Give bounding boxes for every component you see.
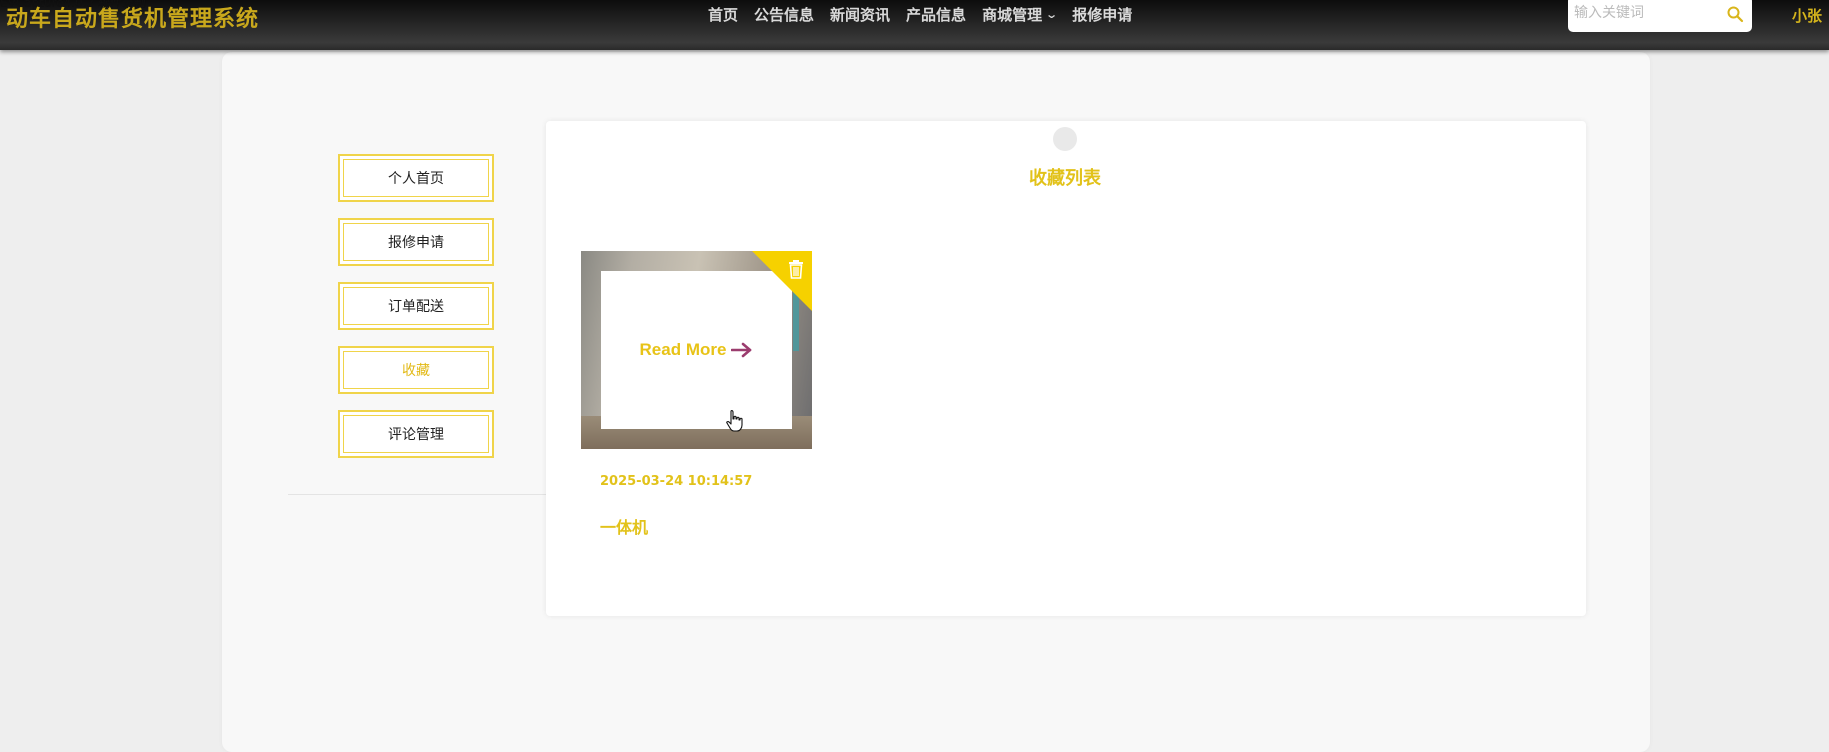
main-nav: 首页 公告信息 新闻资讯 产品信息 商城管理 ⌄ 报修申请 (700, 4, 1140, 25)
recording-watermark: EVCapture4.0.2 软件录制 (0, 0, 146, 10)
search-icon[interactable] (1726, 5, 1744, 23)
nav-item-label: 产品信息 (906, 6, 967, 24)
nav-item-products[interactable]: 产品信息 (898, 4, 974, 25)
loading-dot (1053, 127, 1077, 151)
nav-item-home[interactable]: 首页 (700, 4, 746, 25)
sidebar-item-profile[interactable]: 个人首页 (338, 154, 494, 202)
nav-item-label: 公告信息 (754, 6, 815, 24)
user-name-link[interactable]: 小张 (1792, 5, 1822, 26)
nav-item-mall[interactable]: 商城管理 ⌄ (974, 4, 1064, 25)
nav-item-announcements[interactable]: 公告信息 (746, 4, 822, 25)
search-box (1568, 0, 1752, 32)
top-navbar: 动车自动售货机管理系统 首页 公告信息 新闻资讯 产品信息 商城管理 ⌄ 报修申请… (0, 0, 1829, 50)
nav-item-news[interactable]: 新闻资讯 (822, 4, 898, 25)
nav-item-label: 报修申请 (1072, 6, 1133, 24)
nav-item-repair[interactable]: 报修申请 (1064, 4, 1140, 25)
page-title: 收藏列表 (1029, 168, 1101, 189)
sidebar-item-comments[interactable]: 评论管理 (338, 410, 494, 458)
favorite-item-name[interactable]: 一体机 (600, 514, 648, 538)
sidebar-divider (288, 494, 548, 495)
arrow-right-icon (731, 342, 752, 358)
trash-icon[interactable] (787, 259, 805, 279)
hand-cursor-icon (726, 410, 743, 432)
sidebar-item-repair[interactable]: 报修申请 (338, 218, 494, 266)
nav-item-label: 首页 (708, 6, 739, 24)
search-input[interactable] (1574, 4, 1714, 22)
favorite-item-date: 2025-03-24 10:14:57 (600, 474, 753, 489)
sidebar-item-favorites[interactable]: 收藏 (338, 346, 494, 394)
read-more-label: Read More (639, 340, 727, 359)
nav-item-label: 新闻资讯 (830, 6, 891, 24)
sidebar-item-delivery[interactable]: 订单配送 (338, 282, 494, 330)
user-sidebar: 个人首页 报修申请 订单配送 收藏 评论管理 (338, 154, 494, 474)
favorite-item-image[interactable]: Read More (581, 251, 812, 449)
nav-item-label: 商城管理 (982, 6, 1043, 24)
chevron-down-icon: ⌄ (1045, 8, 1059, 21)
